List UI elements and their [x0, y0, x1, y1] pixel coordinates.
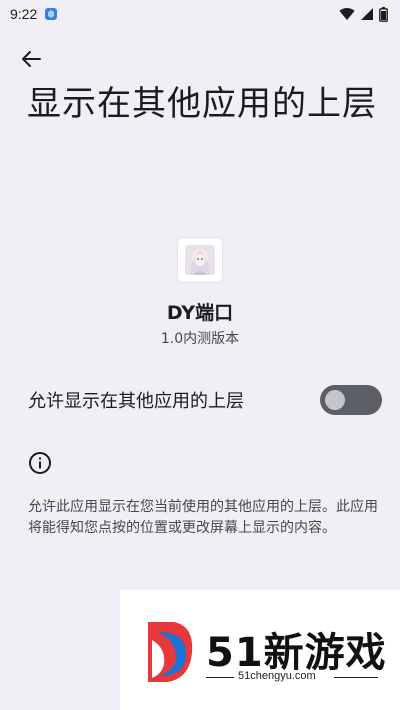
switch-thumb — [325, 390, 345, 410]
cell-signal-icon — [361, 8, 373, 20]
watermark-rule-left — [206, 677, 234, 678]
watermark-url: 51chengyu.com — [238, 670, 316, 682]
battery-icon — [379, 6, 388, 22]
status-bar: 9:22 — [0, 0, 400, 28]
permission-description: 允许此应用显示在您当前使用的其他应用的上层。此应用将能得知您点按的位置或更改屏幕… — [28, 499, 378, 536]
status-time: 9:22 — [10, 6, 38, 22]
arrow-back-icon — [22, 51, 41, 67]
watermark-rule-right — [334, 677, 378, 678]
status-left: 9:22 — [10, 6, 58, 22]
info-icon — [29, 452, 51, 474]
app-version: 1.0内测版本 — [160, 331, 240, 347]
app-avatar-image — [185, 245, 215, 275]
wifi-icon — [339, 8, 355, 20]
overlay-permission-row[interactable]: 允许显示在其他应用的上层 — [0, 378, 400, 422]
app-notification-icon — [45, 8, 58, 20]
app-name: DY端口 — [166, 302, 234, 324]
status-icons — [339, 6, 388, 22]
app-icon — [178, 238, 222, 282]
site-watermark: 51新游戏 51chengyu.com — [120, 590, 400, 710]
back-button[interactable] — [14, 44, 48, 74]
watermark-logo-icon — [148, 622, 193, 682]
overlay-permission-switch[interactable] — [320, 385, 382, 415]
overlay-permission-label: 允许显示在其他应用的上层 — [28, 391, 244, 412]
page-title: 显示在其他应用的上层 — [27, 84, 377, 124]
